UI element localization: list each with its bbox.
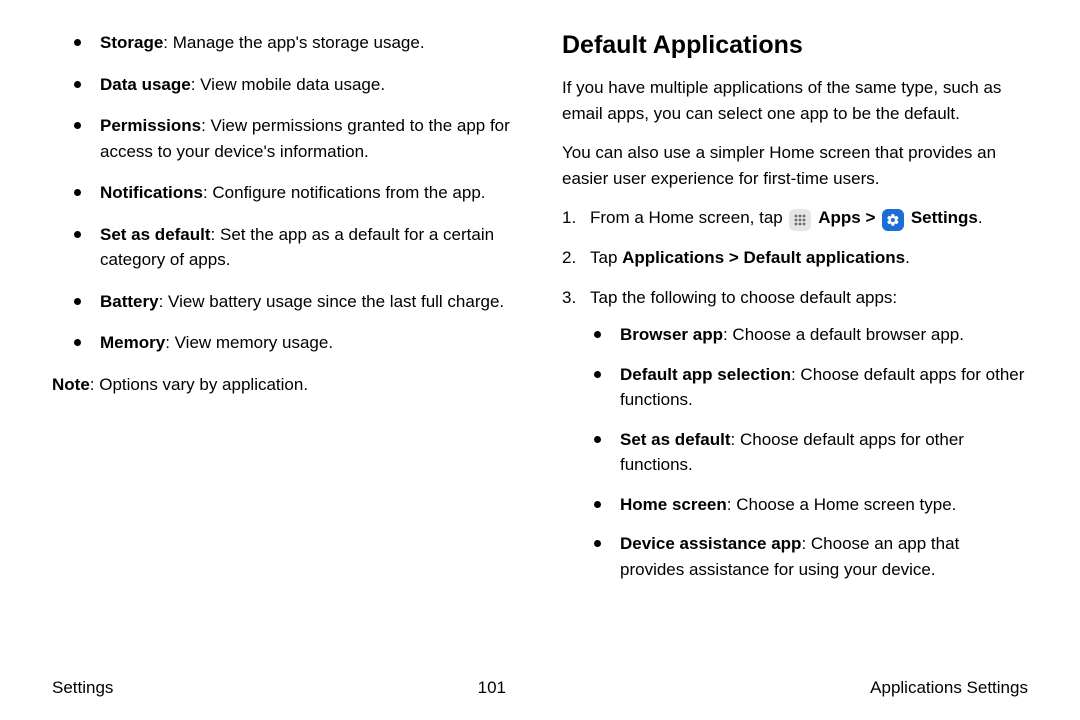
section-title: Default Applications — [562, 30, 1028, 61]
list-item: Browser app: Choose a default browser ap… — [594, 322, 1028, 348]
page: Storage: Manage the app's storage usage.… — [0, 0, 1080, 720]
list-item: Default app selection: Choose default ap… — [594, 362, 1028, 413]
list-item: Set as default: Choose default apps for … — [594, 427, 1028, 478]
desc: : Manage the app's storage usage. — [163, 33, 424, 52]
default-apps-list: Browser app: Choose a default browser ap… — [590, 322, 1028, 582]
term: Set as default — [620, 430, 731, 449]
footer-left: Settings — [52, 678, 113, 698]
step-item: From a Home screen, tap Apps > Settings. — [562, 205, 1028, 231]
apps-icon — [789, 209, 811, 231]
settings-label: Settings — [911, 208, 978, 227]
term: Data usage — [100, 75, 191, 94]
list-item: Device assistance app: Choose an app tha… — [594, 531, 1028, 582]
desc: : Configure notifications from the app. — [203, 183, 486, 202]
desc: : Choose a default browser app. — [723, 325, 964, 344]
note-label: Note — [52, 375, 90, 394]
term: Device assistance app — [620, 534, 801, 553]
left-column: Storage: Manage the app's storage usage.… — [52, 30, 518, 670]
desc: : View memory usage. — [165, 333, 333, 352]
term: Permissions — [100, 116, 201, 135]
page-number: 101 — [478, 678, 506, 698]
note-text: : Options vary by application. — [90, 375, 308, 394]
apps-label: Apps — [818, 208, 861, 227]
list-item: Permissions: View permissions granted to… — [74, 113, 518, 164]
term: Battery — [100, 292, 159, 311]
step-suffix: . — [978, 208, 983, 227]
list-item: Home screen: Choose a Home screen type. — [594, 492, 1028, 518]
list-item: Data usage: View mobile data usage. — [74, 72, 518, 98]
term: Default app selection — [620, 365, 791, 384]
term: Memory — [100, 333, 165, 352]
step-text: From a Home screen, tap — [590, 208, 787, 227]
page-footer: Settings 101 Applications Settings — [52, 670, 1028, 698]
list-item: Memory: View memory usage. — [74, 330, 518, 356]
right-column: Default Applications If you have multipl… — [562, 30, 1028, 670]
list-item: Storage: Manage the app's storage usage. — [74, 30, 518, 56]
step-text: Tap the following to choose default apps… — [590, 288, 897, 307]
step-text: Tap — [590, 248, 622, 267]
intro-paragraph: You can also use a simpler Home screen t… — [562, 140, 1028, 191]
step-item: Tap the following to choose default apps… — [562, 285, 1028, 583]
desc: : View battery usage since the last full… — [159, 292, 505, 311]
list-item: Set as default: Set the app as a default… — [74, 222, 518, 273]
list-item: Notifications: Configure notifications f… — [74, 180, 518, 206]
desc: : Choose a Home screen type. — [727, 495, 957, 514]
footer-right: Applications Settings — [870, 678, 1028, 698]
note-line: Note: Options vary by application. — [52, 372, 518, 398]
separator: > — [865, 208, 880, 227]
term: Storage — [100, 33, 163, 52]
term: Browser app — [620, 325, 723, 344]
steps-list: From a Home screen, tap Apps > Settings.… — [562, 205, 1028, 582]
term: Home screen — [620, 495, 727, 514]
app-options-list: Storage: Manage the app's storage usage.… — [52, 30, 518, 356]
step-suffix: . — [905, 248, 910, 267]
term: Set as default — [100, 225, 211, 244]
desc: : View mobile data usage. — [191, 75, 385, 94]
settings-icon — [882, 209, 904, 231]
list-item: Battery: View battery usage since the la… — [74, 289, 518, 315]
two-column-layout: Storage: Manage the app's storage usage.… — [52, 30, 1028, 670]
intro-paragraph: If you have multiple applications of the… — [562, 75, 1028, 126]
term: Notifications — [100, 183, 203, 202]
step-item: Tap Applications > Default applications. — [562, 245, 1028, 271]
step-bold: Applications > Default applications — [622, 248, 905, 267]
